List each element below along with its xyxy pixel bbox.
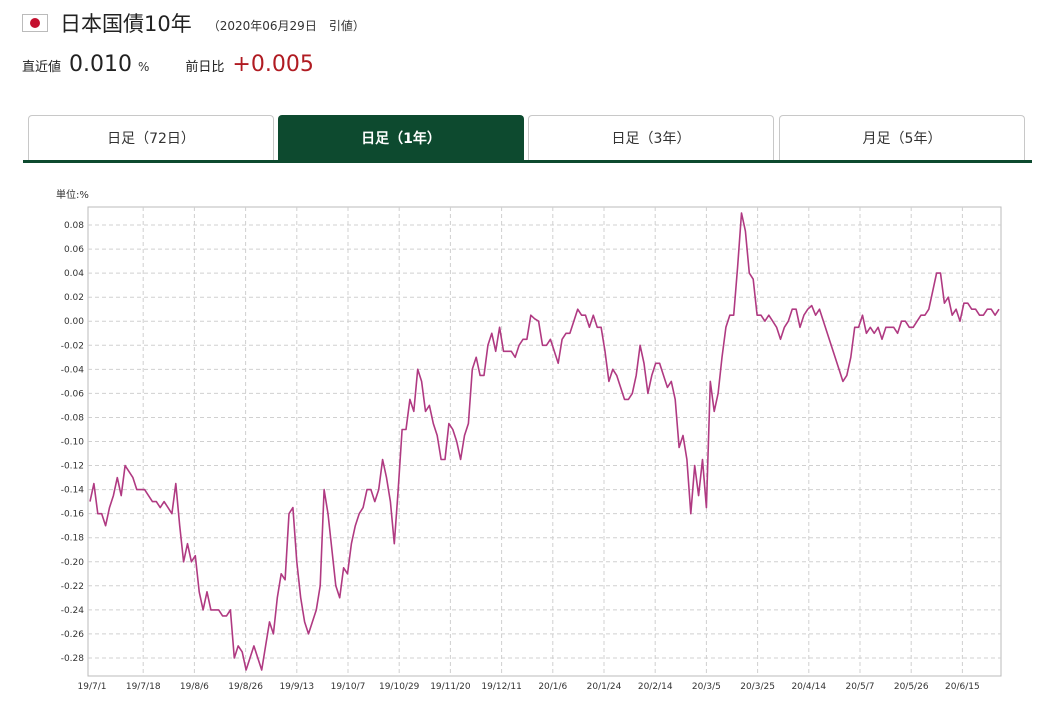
x-tick-label: 19/7/18 (126, 682, 161, 692)
japan-flag-icon (22, 14, 48, 32)
y-tick-label: 0.00 (64, 317, 84, 327)
y-tick-label: -0.22 (61, 582, 84, 592)
x-axis: 19/7/1 19/7/18 19/8/6 19/8/26 19/9/13 19/10/7… (78, 682, 980, 692)
x-tick-label: 20/5/7 (846, 682, 875, 692)
x-tick-label: 20/1/24 (587, 682, 622, 692)
page-subtitle: （2020年06月29日 引値） (208, 17, 365, 34)
y-tick-label: -0.16 (61, 510, 85, 520)
tab-label: 月足（5年） (862, 131, 942, 147)
x-tick-label: 20/6/15 (945, 682, 980, 692)
title-row: 日本国債10年 （2020年06月29日 引値） (22, 8, 365, 38)
x-tick-label: 20/5/26 (894, 682, 929, 692)
y-tick-label: -0.12 (61, 462, 84, 472)
x-tick-label: 20/2/14 (638, 682, 673, 692)
tab-underline (23, 160, 1032, 163)
prev-day-label: 前日比 (185, 60, 225, 75)
tab-label: 日足（3年） (611, 131, 691, 147)
yield-chart: 単位:% 0.08 0.06 0.04 0.02 0.00 -0.02 -0.04 -0.06… (56, 188, 1002, 692)
latest-value: 0.010 (69, 52, 132, 77)
tab-daily-3y[interactable]: 日足（3年） (528, 115, 774, 160)
x-tick-label: 19/12/11 (481, 682, 521, 692)
tab-daily-1y[interactable]: 日足（1年） (278, 115, 524, 160)
y-tick-label: -0.04 (61, 365, 85, 375)
x-tick-label: 19/7/1 (78, 682, 107, 692)
x-tick-label: 20/4/14 (791, 682, 826, 692)
x-tick-label: 19/8/26 (228, 682, 263, 692)
y-tick-label: -0.20 (61, 558, 85, 568)
subtitle-date: （2020年06月29日 (207, 18, 317, 33)
y-tick-label: -0.24 (61, 606, 85, 616)
page-title: 日本国債10年 (60, 12, 192, 36)
x-tick-label: 19/11/20 (430, 682, 471, 692)
y-tick-label: 0.04 (64, 269, 84, 279)
y-tick-label: 0.08 (64, 221, 84, 231)
y-axis: 0.08 0.06 0.04 0.02 0.00 -0.02 -0.04 -0.06 -0.08… (61, 221, 85, 664)
y-tick-label: -0.10 (61, 438, 85, 448)
tab-daily-72d[interactable]: 日足（72日） (28, 115, 274, 160)
y-tick-label: -0.14 (61, 486, 85, 496)
quote-row: 直近値 0.010 % 前日比 +0.005 (22, 52, 314, 82)
period-tabs: 日足（72日） 日足（1年） 日足（3年） 月足（5年） (23, 115, 1032, 164)
y-tick-label: 0.02 (64, 293, 84, 303)
x-tick-label: 19/10/29 (379, 682, 420, 692)
latest-unit: % (138, 60, 150, 74)
tab-monthly-5y[interactable]: 月足（5年） (779, 115, 1025, 160)
latest-label: 直近値 (22, 60, 62, 75)
unit-label: 単位:% (56, 188, 89, 201)
y-tick-label: -0.02 (61, 341, 84, 351)
y-tick-label: -0.08 (61, 413, 85, 423)
x-tick-label: 20/1/6 (538, 682, 567, 692)
y-tick-label: -0.18 (61, 534, 85, 544)
x-tick-label: 19/10/7 (331, 682, 366, 692)
y-tick-label: 0.06 (64, 245, 84, 255)
tab-label: 日足（72日） (107, 131, 195, 147)
x-tick-label: 19/9/13 (279, 682, 314, 692)
x-tick-label: 20/3/5 (692, 682, 721, 692)
x-tick-label: 20/3/25 (740, 682, 775, 692)
y-tick-label: -0.26 (61, 630, 85, 640)
change-value: +0.005 (232, 52, 314, 77)
x-tick-label: 19/8/6 (180, 682, 209, 692)
tab-label: 日足（1年） (361, 131, 441, 147)
y-tick-label: -0.06 (61, 389, 85, 399)
subtitle-session: 引値） (328, 18, 365, 33)
y-tick-label: -0.28 (61, 654, 85, 664)
